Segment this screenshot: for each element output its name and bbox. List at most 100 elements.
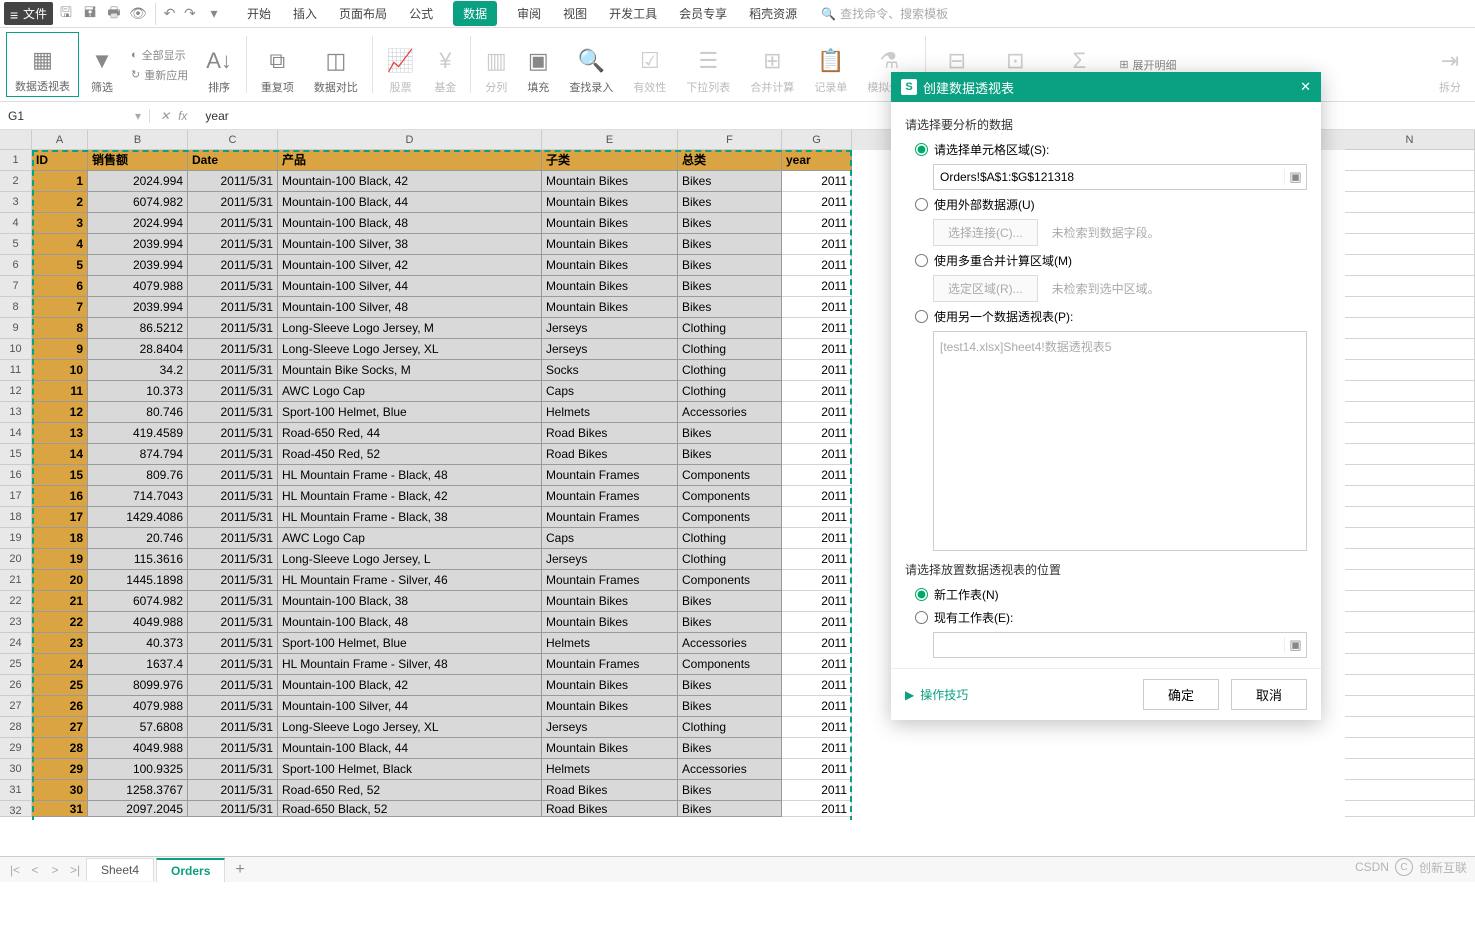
- row-header[interactable]: 15: [0, 444, 32, 465]
- cell[interactable]: Bikes: [678, 276, 782, 297]
- cell[interactable]: Clothing: [678, 318, 782, 339]
- cell[interactable]: 2011/5/31: [188, 318, 278, 339]
- cell[interactable]: 2011/5/31: [188, 738, 278, 759]
- cell[interactable]: Road Bikes: [542, 423, 678, 444]
- cell[interactable]: Caps: [542, 381, 678, 402]
- cell[interactable]: Mountain Frames: [542, 465, 678, 486]
- cell[interactable]: 19: [32, 549, 88, 570]
- row-header[interactable]: 28: [0, 717, 32, 738]
- header-cell[interactable]: ID: [32, 150, 88, 171]
- cell[interactable]: 2011: [782, 549, 852, 570]
- cell[interactable]: Mountain Bikes: [542, 297, 678, 318]
- cell[interactable]: [1345, 150, 1475, 171]
- cell[interactable]: HL Mountain Frame - Silver, 48: [278, 654, 542, 675]
- cell[interactable]: Mountain-100 Black, 48: [278, 612, 542, 633]
- cell[interactable]: 2011/5/31: [188, 381, 278, 402]
- header-cell[interactable]: year: [782, 150, 852, 171]
- select-all-corner[interactable]: [0, 130, 32, 150]
- opt-multi-range[interactable]: 使用多重合并计算区域(M): [915, 252, 1307, 269]
- row-header[interactable]: 16: [0, 465, 32, 486]
- sort-button[interactable]: A↓排序: [198, 32, 240, 97]
- close-icon[interactable]: ✕: [1300, 79, 1311, 95]
- cell[interactable]: 1637.4: [88, 654, 188, 675]
- cell[interactable]: Mountain Bikes: [542, 696, 678, 717]
- cell[interactable]: 2011: [782, 654, 852, 675]
- cell[interactable]: 2011/5/31: [188, 612, 278, 633]
- row-header[interactable]: 22: [0, 591, 32, 612]
- cell[interactable]: Mountain-100 Silver, 48: [278, 297, 542, 318]
- dialog-titlebar[interactable]: S创建数据透视表 ✕: [891, 72, 1321, 102]
- save-icon[interactable]: 🖫: [55, 3, 77, 25]
- consolidate-button[interactable]: ⊞合并计算: [742, 32, 802, 97]
- tips-link[interactable]: ▶操作技巧: [905, 686, 968, 703]
- cell[interactable]: [1345, 528, 1475, 549]
- duplicates-button[interactable]: ⧉重复项: [253, 32, 302, 97]
- cancel-formula-icon[interactable]: ✕: [160, 109, 170, 123]
- col-C[interactable]: C: [188, 130, 278, 150]
- undo-icon[interactable]: ↶: [155, 3, 177, 25]
- cell[interactable]: HL Mountain Frame - Black, 38: [278, 507, 542, 528]
- cell[interactable]: 2011: [782, 234, 852, 255]
- cell[interactable]: [1345, 675, 1475, 696]
- cell[interactable]: 40.373: [88, 633, 188, 654]
- cell[interactable]: Sport-100 Helmet, Black: [278, 759, 542, 780]
- cell[interactable]: Clothing: [678, 339, 782, 360]
- cell[interactable]: 2011: [782, 528, 852, 549]
- radio-another[interactable]: [915, 310, 928, 323]
- cell[interactable]: Bikes: [678, 423, 782, 444]
- cell[interactable]: Mountain Bike Socks, M: [278, 360, 542, 381]
- cell[interactable]: Components: [678, 570, 782, 591]
- cell[interactable]: [1345, 192, 1475, 213]
- command-search[interactable]: 🔍 查找命令、搜索模板: [821, 5, 948, 22]
- tab-insert[interactable]: 插入: [291, 1, 319, 26]
- cell[interactable]: [1345, 255, 1475, 276]
- cell[interactable]: 2011: [782, 339, 852, 360]
- cell[interactable]: Long-Sleeve Logo Jersey, XL: [278, 339, 542, 360]
- radio-new-sheet[interactable]: [915, 588, 928, 601]
- tab-start[interactable]: 开始: [245, 1, 273, 26]
- location-picker-icon[interactable]: ▣: [1284, 637, 1306, 653]
- cell[interactable]: Clothing: [678, 360, 782, 381]
- cell[interactable]: 25: [32, 675, 88, 696]
- cell[interactable]: 2011/5/31: [188, 276, 278, 297]
- cell[interactable]: 1: [32, 171, 88, 192]
- tab-layout[interactable]: 页面布局: [337, 1, 389, 26]
- cell[interactable]: 2011: [782, 738, 852, 759]
- cell[interactable]: [1345, 465, 1475, 486]
- cell[interactable]: 2011/5/31: [188, 255, 278, 276]
- radio-external[interactable]: [915, 198, 928, 211]
- sheet-tab-orders[interactable]: Orders: [156, 858, 225, 882]
- cell[interactable]: 419.4589: [88, 423, 188, 444]
- row-header[interactable]: 9: [0, 318, 32, 339]
- sheet-nav-prev[interactable]: <: [26, 863, 44, 877]
- cell[interactable]: [1345, 633, 1475, 654]
- cell[interactable]: [1345, 780, 1475, 801]
- row-header[interactable]: 24: [0, 633, 32, 654]
- cell[interactable]: [1345, 801, 1475, 817]
- cell[interactable]: 1429.4086: [88, 507, 188, 528]
- cell[interactable]: Mountain Bikes: [542, 255, 678, 276]
- cell[interactable]: 80.746: [88, 402, 188, 423]
- cell[interactable]: 26: [32, 696, 88, 717]
- row-header[interactable]: 29: [0, 738, 32, 759]
- row-header[interactable]: 10: [0, 339, 32, 360]
- row-header[interactable]: 1: [0, 150, 32, 171]
- cell[interactable]: 2011/5/31: [188, 654, 278, 675]
- cell[interactable]: 2011/5/31: [188, 528, 278, 549]
- cell[interactable]: 15: [32, 465, 88, 486]
- cell[interactable]: Mountain-100 Black, 42: [278, 675, 542, 696]
- tab-dev[interactable]: 开发工具: [607, 1, 659, 26]
- cell[interactable]: 2011/5/31: [188, 213, 278, 234]
- formula-value[interactable]: year: [197, 109, 236, 123]
- compare-button[interactable]: ◫数据对比: [306, 32, 366, 97]
- cell[interactable]: Road-650 Red, 44: [278, 423, 542, 444]
- header-cell[interactable]: Date: [188, 150, 278, 171]
- row-header[interactable]: 12: [0, 381, 32, 402]
- cell[interactable]: 20.746: [88, 528, 188, 549]
- cell[interactable]: Accessories: [678, 759, 782, 780]
- cell[interactable]: 2024.994: [88, 171, 188, 192]
- cell[interactable]: [1345, 402, 1475, 423]
- cell[interactable]: 2011: [782, 423, 852, 444]
- cell[interactable]: 2011/5/31: [188, 696, 278, 717]
- cell[interactable]: 27: [32, 717, 88, 738]
